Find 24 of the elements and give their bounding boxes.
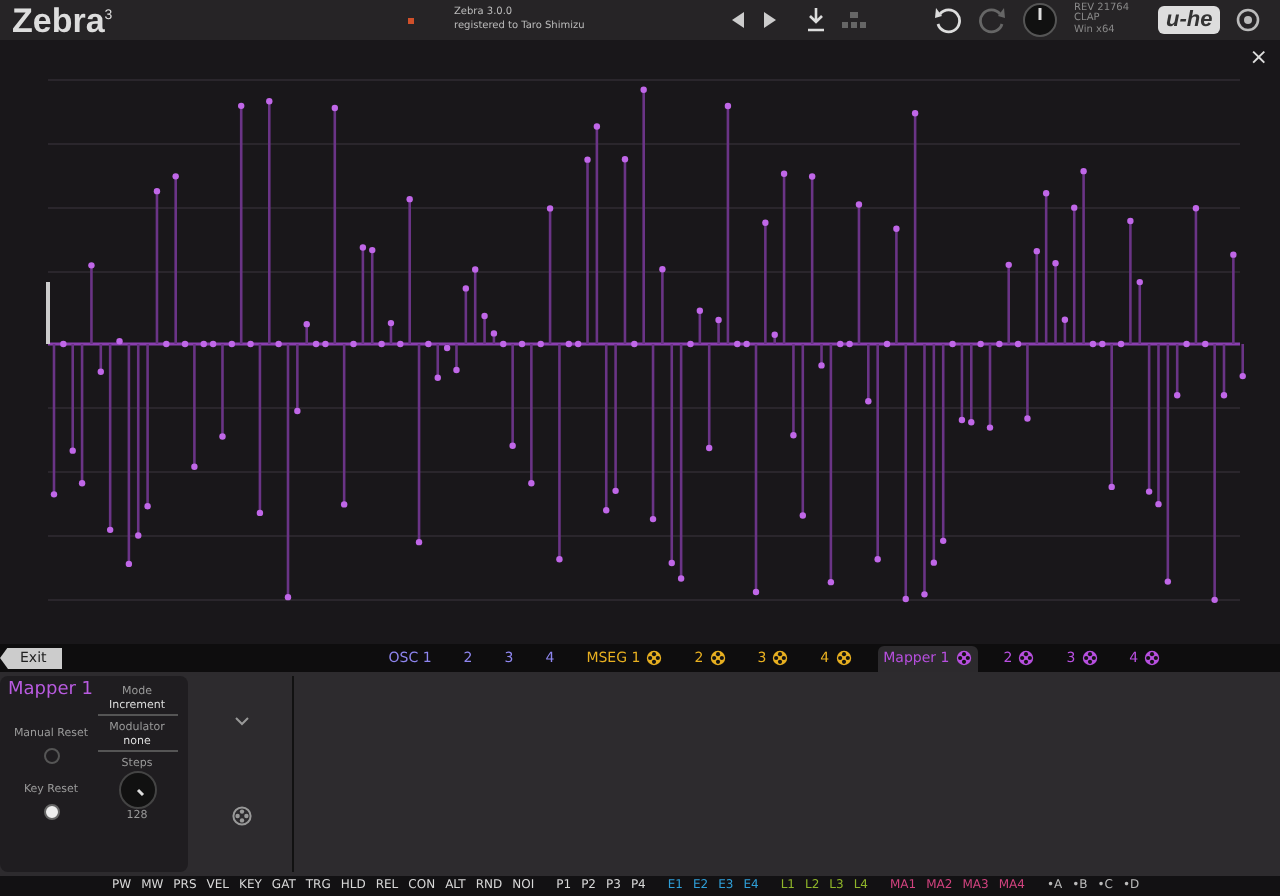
key-reset-toggle[interactable] bbox=[43, 804, 59, 820]
manual-reset-toggle[interactable] bbox=[43, 748, 59, 764]
dotted-circle-icon[interactable] bbox=[709, 650, 726, 666]
download-icon[interactable] bbox=[806, 8, 826, 32]
brand-logo[interactable]: u-he bbox=[1158, 6, 1221, 34]
dotted-circle-icon[interactable] bbox=[1144, 650, 1161, 666]
dotted-circle-icon[interactable] bbox=[646, 650, 663, 666]
close-button[interactable]: × bbox=[1249, 44, 1268, 70]
previous-icon[interactable] bbox=[730, 10, 746, 30]
undo-icon[interactable] bbox=[934, 6, 962, 34]
dotted-circle-icon[interactable] bbox=[955, 650, 972, 666]
next-icon[interactable] bbox=[762, 10, 778, 30]
mod-source-icon[interactable] bbox=[232, 806, 252, 826]
dotted-circle-icon[interactable] bbox=[1081, 650, 1098, 666]
settings-icon[interactable] bbox=[1236, 8, 1261, 32]
dotted-circle-icon[interactable] bbox=[772, 650, 789, 666]
chevron-down-icon[interactable] bbox=[234, 716, 250, 726]
logo: Zebra$^{3}$ bbox=[12, 3, 115, 37]
grid-icon[interactable] bbox=[842, 12, 866, 28]
dotted-circle-icon[interactable] bbox=[1018, 650, 1035, 666]
dotted-circle-icon[interactable] bbox=[835, 650, 852, 666]
redo-icon[interactable] bbox=[978, 6, 1006, 34]
volume-knob[interactable] bbox=[1022, 2, 1058, 38]
panel-title: Mapper 1 bbox=[8, 680, 94, 700]
